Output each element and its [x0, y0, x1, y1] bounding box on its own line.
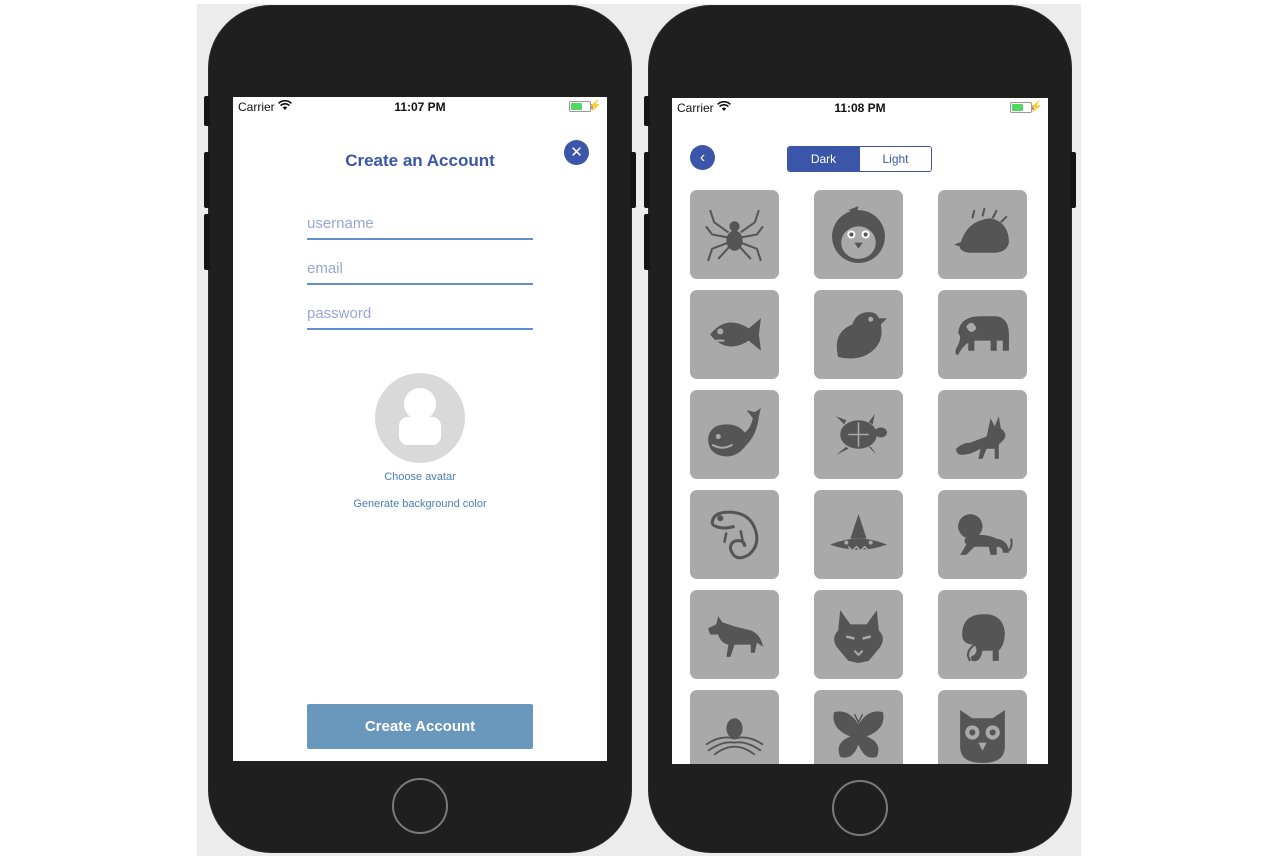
avatar-option-fox[interactable]	[938, 390, 1027, 479]
volume-up-button	[204, 152, 210, 208]
home-button[interactable]	[392, 778, 448, 834]
shark-icon	[830, 514, 887, 552]
mute-switch	[644, 96, 650, 126]
avatar-option-chameleon[interactable]	[690, 490, 779, 579]
close-button[interactable]: ✕	[564, 140, 589, 165]
theme-option-dark[interactable]: Dark	[788, 147, 859, 171]
charging-icon: ⚡	[588, 100, 602, 112]
username-field[interactable]	[307, 208, 533, 240]
avatar-option-hedgehog[interactable]	[938, 190, 1027, 279]
bird-icon	[836, 312, 887, 359]
avatar-option-shark[interactable]	[814, 490, 903, 579]
butterfly-icon	[833, 711, 884, 758]
avatar-option-wolf-head[interactable]	[814, 590, 903, 679]
volume-down-button	[644, 214, 650, 270]
avatar-option-bird[interactable]	[814, 290, 903, 379]
chameleon-icon	[710, 510, 759, 560]
charging-icon: ⚡	[1029, 101, 1043, 113]
clock: 11:08 PM	[834, 101, 886, 115]
power-button	[630, 152, 636, 208]
avatar-option-whale[interactable]	[690, 390, 779, 479]
status-bar: Carrier 11:08 PM ⚡	[672, 98, 1048, 118]
person-icon-body	[399, 417, 441, 445]
lion-icon	[958, 514, 1013, 555]
chevron-left-icon: ‹	[699, 149, 706, 166]
volume-down-button	[204, 214, 210, 270]
home-button[interactable]	[832, 780, 888, 836]
wolf-icon	[708, 616, 763, 657]
generate-color-link[interactable]: Generate background color	[233, 498, 607, 510]
close-icon: ✕	[570, 144, 583, 161]
phone-left: Carrier 11:07 PM ⚡ Create an Account ✕ C…	[204, 6, 636, 852]
back-button[interactable]: ‹	[690, 145, 715, 170]
mute-switch	[204, 96, 210, 126]
theme-option-light[interactable]: Light	[859, 147, 931, 171]
spider-icon	[705, 209, 764, 262]
volume-up-button	[644, 152, 650, 208]
status-bar: Carrier 11:07 PM ⚡	[233, 97, 607, 117]
octopus-icon	[705, 718, 764, 756]
avatar-option-turtle[interactable]	[814, 390, 903, 479]
mammoth-icon	[962, 614, 1005, 662]
avatar-option-penguin[interactable]	[814, 190, 903, 279]
choose-avatar-screen: Carrier 11:08 PM ⚡ ‹ Dark Light	[672, 98, 1048, 764]
avatar-option-fish[interactable]	[690, 290, 779, 379]
avatar-option-elephant[interactable]	[938, 290, 1027, 379]
clock: 11:07 PM	[394, 100, 446, 114]
hedgehog-icon	[954, 207, 1009, 253]
create-account-button[interactable]: Create Account	[307, 704, 533, 749]
elephant-icon	[955, 316, 1009, 355]
phone-right: Carrier 11:08 PM ⚡ ‹ Dark Light	[644, 6, 1076, 852]
email-field[interactable]	[307, 253, 533, 285]
avatar-option-lion[interactable]	[938, 490, 1027, 579]
avatar-option-butterfly[interactable]	[814, 690, 903, 764]
penguin-icon	[832, 206, 885, 263]
person-icon	[404, 388, 436, 420]
avatar-option-octopus[interactable]	[690, 690, 779, 764]
whale-icon	[708, 408, 761, 457]
theme-toggle: Dark Light	[787, 146, 932, 172]
avatar-button[interactable]	[375, 373, 465, 463]
fish-icon	[710, 318, 761, 351]
turtle-icon	[836, 414, 887, 455]
page-title: Create an Account	[345, 151, 495, 170]
power-button	[1070, 152, 1076, 208]
avatar-option-owl[interactable]	[938, 690, 1027, 764]
fox-icon	[956, 416, 1006, 459]
choose-avatar-link[interactable]: Choose avatar	[233, 471, 607, 483]
create-account-screen: Carrier 11:07 PM ⚡ Create an Account ✕ C…	[233, 97, 607, 761]
avatar-option-wolf[interactable]	[690, 590, 779, 679]
password-field[interactable]	[307, 298, 533, 330]
owl-icon	[960, 710, 1005, 763]
avatar-option-mammoth[interactable]	[938, 590, 1027, 679]
wolf-head-icon	[834, 610, 883, 663]
avatar-option-spider[interactable]	[690, 190, 779, 279]
